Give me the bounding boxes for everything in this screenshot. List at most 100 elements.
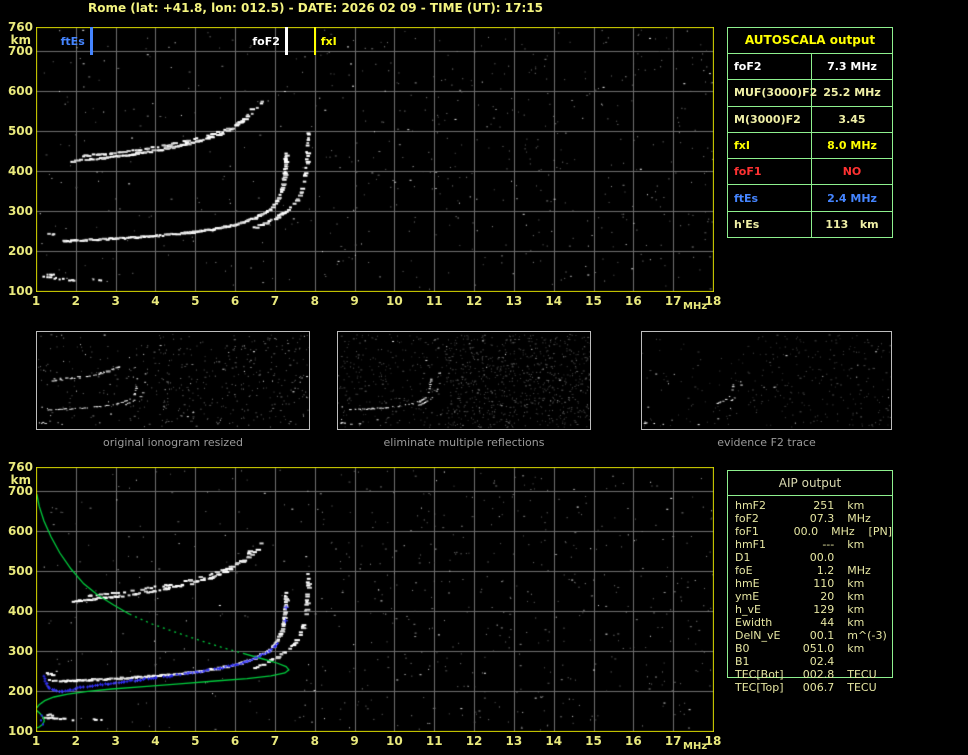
m3000f2-label: M(3000)F2 [728, 107, 812, 132]
y-axis-unit-label: km [0, 473, 31, 487]
y-tick-label: 760 [0, 20, 33, 34]
marker-ftes-label: ftEs [49, 35, 85, 48]
x-tick-label: 4 [143, 734, 167, 748]
aip-row-b1: B102.4 [735, 655, 892, 668]
x-tick-label: 14 [542, 734, 566, 748]
aip-row-b0: B0051.0km [735, 642, 892, 655]
x-tick-label: 5 [183, 734, 207, 748]
m3000f2-value: 3.45 [812, 107, 892, 132]
y-tick-label: 500 [0, 124, 33, 138]
x-tick-label: 6 [223, 294, 247, 308]
x-tick-label: 12 [462, 294, 486, 308]
autoscala-app-window: Rome (lat: +41.8, lon: 012.5) - DATE: 20… [0, 0, 968, 755]
fof1-label: foF1 [728, 159, 812, 184]
thumbnail-label-evidence: evidence F2 trace [641, 436, 892, 449]
autoscala-output-table: AUTOSCALA output foF2 7.3 MHz MUF(3000)F… [727, 27, 893, 238]
aip-table-header: AIP output [728, 471, 892, 496]
fof2-value: 7.3 MHz [812, 54, 892, 79]
x-tick-label: 10 [382, 294, 406, 308]
x-tick-label: 16 [621, 734, 645, 748]
fof1-value: NO [812, 159, 892, 184]
aip-row-tecbot: TEC[Bot]002.8TECU [735, 668, 892, 681]
marker-ftes-line [90, 27, 93, 55]
table-row-fxi: fxI 8.0 MHz [728, 133, 892, 159]
y-tick-label: 300 [0, 204, 33, 218]
x-tick-label: 6 [223, 734, 247, 748]
x-tick-label: 8 [303, 734, 327, 748]
ftes-label: ftEs [728, 185, 812, 210]
x-tick-label: 9 [343, 294, 367, 308]
x-tick-label: 12 [462, 734, 486, 748]
marker-fxi-line [314, 27, 316, 55]
hes-value: 113 km [812, 212, 892, 237]
x-axis-unit-label: MHz [683, 301, 707, 312]
hes-label: h'Es [728, 212, 812, 237]
top-ionogram-canvas [36, 27, 714, 292]
y-tick-label: 200 [0, 684, 33, 698]
x-axis-unit-label: MHz [683, 741, 707, 752]
x-tick-label: 14 [542, 294, 566, 308]
y-tick-label: 500 [0, 564, 33, 578]
muf3000f2-value: 25.2 MHz [812, 80, 892, 105]
marker-fxi-label: fxI [321, 35, 337, 48]
aip-row-delnve: DelN_vE00.1m^(-3) [735, 629, 892, 642]
y-tick-label: 600 [0, 84, 33, 98]
aip-table-rows: hmF2251km foF207.3MHz foF100.0MHz[PN] hm… [728, 496, 892, 694]
y-tick-label: 600 [0, 524, 33, 538]
x-tick-label: 13 [502, 734, 526, 748]
bottom-ionogram-profile-canvas [36, 467, 714, 732]
aip-row-hmf2: hmF2251km [735, 499, 892, 512]
table-row-muf3000f2: MUF(3000)F2 25.2 MHz [728, 80, 892, 106]
table-row-fof1: foF1 NO [728, 159, 892, 185]
aip-row-fof1: foF100.0MHz[PN] [735, 525, 892, 538]
aip-row-ewidth: Ewidth44km [735, 616, 892, 629]
x-tick-label: 11 [422, 734, 446, 748]
marker-fof2-label: foF2 [244, 35, 280, 48]
thumbnail-original-ionogram [36, 331, 310, 430]
ftes-value: 2.4 MHz [812, 185, 892, 210]
x-tick-label: 11 [422, 294, 446, 308]
x-tick-label: 7 [263, 294, 287, 308]
x-tick-label: 17 [661, 734, 685, 748]
aip-row-yme: ymE20km [735, 590, 892, 603]
fxi-label: fxI [728, 133, 812, 158]
x-tick-label: 8 [303, 294, 327, 308]
x-tick-label: 2 [64, 294, 88, 308]
aip-row-hmf1: hmF1---km [735, 538, 892, 551]
aip-row-hve: h_vE129km [735, 603, 892, 616]
y-tick-label: 400 [0, 164, 33, 178]
y-axis-unit-label: km [0, 33, 31, 47]
table-row-fof2: foF2 7.3 MHz [728, 54, 892, 80]
x-tick-label: 10 [382, 734, 406, 748]
y-tick-label: 200 [0, 244, 33, 258]
x-tick-label: 16 [621, 294, 645, 308]
fof2-label: foF2 [728, 54, 812, 79]
station-date-time-title: Rome (lat: +41.8, lon: 012.5) - DATE: 20… [88, 1, 543, 15]
thumbnail-label-original: original ionogram resized [36, 436, 310, 449]
aip-row-hme: hmE110km [735, 577, 892, 590]
aip-output-table: AIP output hmF2251km foF207.3MHz foF100.… [727, 470, 893, 678]
marker-fof2-line [285, 27, 288, 55]
x-tick-label: 2 [64, 734, 88, 748]
y-tick-label: 760 [0, 460, 33, 474]
muf3000f2-label: MUF(3000)F2 [728, 80, 812, 105]
x-tick-label: 1 [24, 294, 48, 308]
x-tick-label: 5 [183, 294, 207, 308]
x-tick-label: 15 [582, 734, 606, 748]
aip-row-fof2: foF207.3MHz [735, 512, 892, 525]
x-tick-label: 1 [24, 734, 48, 748]
aip-row-foe: foE1.2MHz [735, 564, 892, 577]
x-tick-label: 9 [343, 734, 367, 748]
thumbnail-evidence-f2-trace [641, 331, 892, 430]
x-tick-label: 3 [104, 294, 128, 308]
table-row-hes: h'Es 113 km [728, 212, 892, 237]
x-tick-label: 13 [502, 294, 526, 308]
autoscala-table-header: AUTOSCALA output [728, 28, 892, 54]
aip-row-tectop: TEC[Top]006.7TECU [735, 681, 892, 694]
thumbnail-eliminate-reflections [337, 331, 591, 430]
x-tick-label: 17 [661, 294, 685, 308]
table-row-m3000f2: M(3000)F2 3.45 [728, 107, 892, 133]
x-tick-label: 15 [582, 294, 606, 308]
aip-row-d1: D100.0 [735, 551, 892, 564]
thumbnail-label-eliminate: eliminate multiple reflections [337, 436, 591, 449]
